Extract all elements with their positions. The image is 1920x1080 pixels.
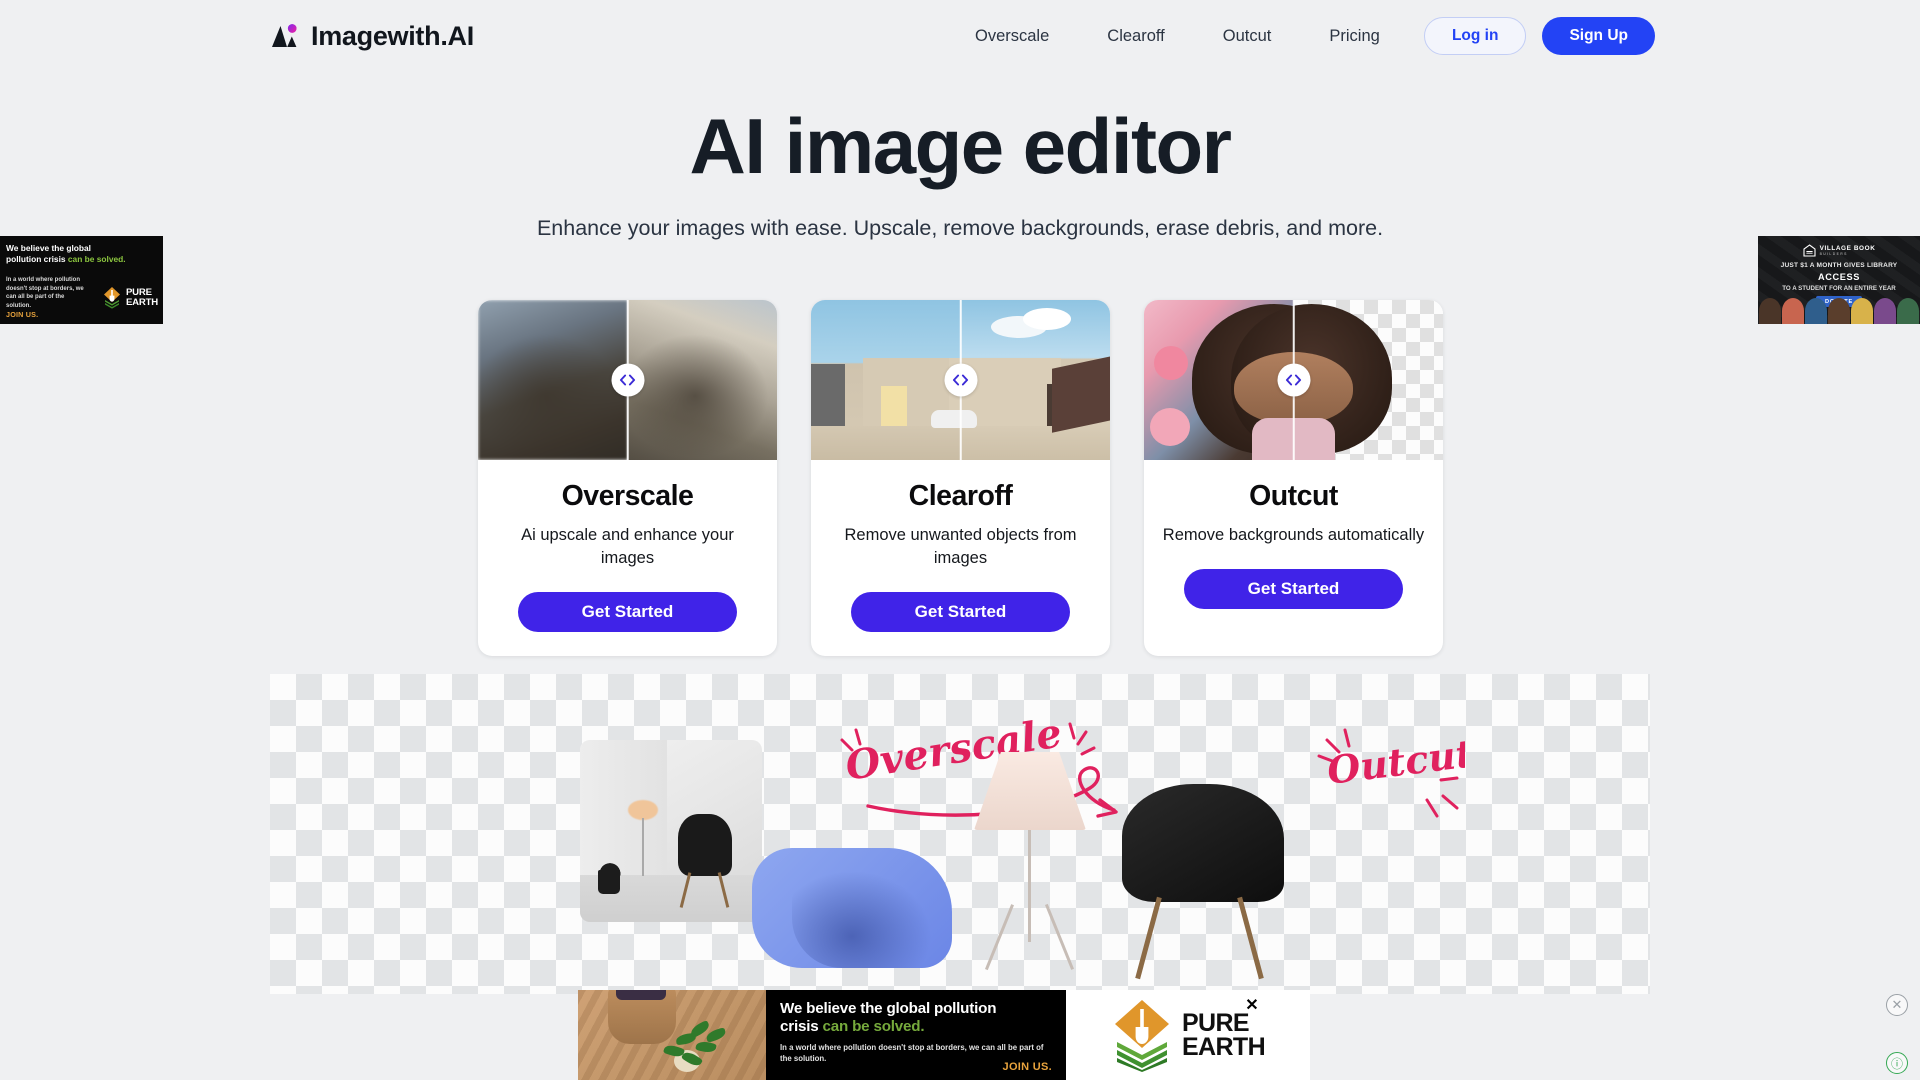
ad-bottom-pure-earth[interactable]: We believe the global pollution crisis c… [578,990,1310,1080]
feature-card-outcut[interactable]: Outcut Remove backgrounds automatically … [1144,300,1443,656]
nav-item-overscale[interactable]: Overscale [975,27,1049,46]
handwritten-label-outcut: Outcut [1305,722,1476,837]
card-title: Outcut [1249,480,1338,512]
nav-item-outcut[interactable]: Outcut [1223,27,1272,46]
before-after-portrait-image[interactable] [1144,300,1443,460]
ad-left-headline: We believe the global pollution crisis c… [6,243,158,265]
ad-bottom-headline: We believe the global pollution crisis c… [780,1000,1058,1035]
book-house-icon [1803,244,1816,257]
close-icon[interactable]: ✕ [1244,998,1260,1014]
card-description: Remove backgrounds automatically [1162,526,1425,544]
black-chair [1122,784,1292,984]
get-started-button-outcut[interactable]: Get Started [1184,568,1403,609]
get-started-button-overscale[interactable]: Get Started [518,591,737,632]
ad-left-pure-earth[interactable]: We believe the global pollution crisis c… [0,236,163,324]
ad-bottom-headline-a: We believe the global pollution [780,1000,997,1017]
ad-bottom-join-label[interactable]: JOIN US. [1003,1061,1052,1073]
brand-name: Imagewith.AI [311,20,474,51]
login-button[interactable]: Log in [1423,17,1527,55]
ad-bottom-photo [578,990,766,1080]
main-nav: Overscale Clearoff Outcut Pricing [975,27,1380,46]
card-body: Clearoff Remove unwanted objects from im… [811,460,1110,656]
compare-slider-handle[interactable] [1277,363,1310,397]
card-title: Clearoff [908,480,1013,512]
svg-text:Outcut: Outcut [1325,730,1465,793]
ad-left-body: In a world where pollution doesn't stop … [6,277,84,309]
ad-right-brand-sub: BUILDERS [1819,252,1848,257]
ad-bottom-logo-line1: PURE [1181,1009,1250,1037]
feature-card-overscale[interactable]: Overscale Ai upscale and enhance your im… [478,300,777,656]
mountain-logo-icon [270,21,300,51]
card-body: Outcut Remove backgrounds automatically … [1144,460,1443,633]
ad-right-line1: JUST $1 A MONTH GIVES LIBRARY [1780,262,1898,269]
ad-left-headline-a: We believe the global [6,243,92,253]
ad-right-line3: TO A STUDENT FOR AN ENTIRE YEAR [1782,285,1896,292]
ad-left-headline-green: can be solved. [67,253,126,264]
ad-right-line2: ACCESS [1818,272,1860,282]
ad-left-logo-line2: EARTH [125,297,158,308]
card-body: Overscale Ai upscale and enhance your im… [478,460,777,656]
ad-right-village-book-builders[interactable]: VILLAGE BOOK BUILDERS JUST $1 A MONTH GI… [1758,236,1920,324]
signup-button[interactable]: Sign Up [1542,17,1655,55]
hero-subtitle: Enhance your images with ease. Upscale, … [536,216,1384,241]
brand-logo[interactable]: Imagewith.AI [270,21,474,52]
compare-slider-handle[interactable] [611,363,644,397]
showcase-section: Overscale Outcut [270,674,1650,994]
ad-right-brand: VILLAGE BOOK [1819,244,1876,252]
ad-bottom-headline-b: crisis [780,1017,823,1035]
room-photo [580,740,762,922]
site-header: Imagewith.AI Overscale Clearoff Outcut P… [0,0,1920,72]
card-description: Remove unwanted objects from images [844,526,1077,567]
card-title: Overscale [561,480,694,512]
ad-right-children-photo [1758,298,1920,324]
page-title: AI image editor [689,102,1232,190]
hero-section: AI image editor Enhance your images with… [0,104,1920,241]
ad-bottom-copy: We believe the global pollution crisis c… [766,990,1066,1080]
feature-card-clearoff[interactable]: Clearoff Remove unwanted objects from im… [811,300,1110,656]
nav-item-clearoff[interactable]: Clearoff [1107,27,1164,46]
blue-plant-blob [752,848,952,968]
pure-earth-shovel-icon [103,287,120,309]
card-description: Ai upscale and enhance your images [521,526,734,567]
page-root: Imagewith.AI Overscale Clearoff Outcut P… [0,0,1920,1080]
before-after-lion-image[interactable] [478,300,777,460]
ad-bottom-pure-earth-logo: PURE EARTH [1066,990,1310,1080]
ad-bottom-headline-green: can be solved. [822,1017,925,1035]
pure-earth-shovel-icon [1114,1000,1169,1072]
floor-lamp [960,752,1100,970]
ad-dismiss-icon[interactable]: ✕ [1886,994,1908,1016]
compare-slider-handle[interactable] [944,363,977,397]
ad-left-headline-b: pollution crisis [6,253,68,264]
pure-earth-logo: PURE EARTH [102,286,158,310]
ad-bottom-logo-line2: EARTH [1181,1033,1266,1061]
auth-actions: Log in Sign Up [1423,17,1655,55]
nav-item-pricing[interactable]: Pricing [1329,27,1379,46]
ad-info-icon[interactable]: ⓘ [1886,1052,1908,1074]
village-book-builders-logo: VILLAGE BOOK BUILDERS [1758,244,1920,257]
feature-cards: Overscale Ai upscale and enhance your im… [478,300,1443,656]
get-started-button-clearoff[interactable]: Get Started [851,591,1070,632]
before-after-building-image[interactable] [811,300,1110,460]
ad-left-join-label[interactable]: JOIN US. [6,310,38,319]
